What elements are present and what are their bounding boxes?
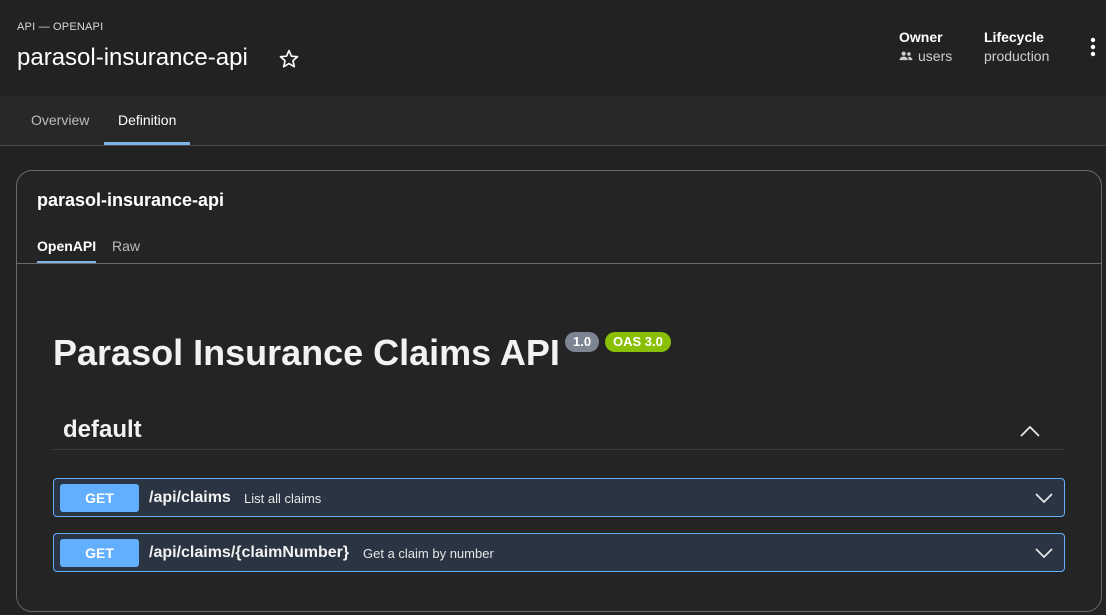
entity-header: API — OPENAPI parasol-insurance-api Owne…	[0, 0, 1106, 96]
entity-kind: API — OPENAPI	[17, 21, 104, 33]
chevron-down-icon[interactable]	[1034, 491, 1054, 505]
card-title: parasol-insurance-api	[37, 190, 225, 210]
operation-path: /api/claims/{claimNumber}	[149, 544, 350, 561]
owner-meta: Owner users	[899, 29, 952, 64]
oas-badge: OAS 3.0	[605, 332, 671, 352]
operation-path: /api/claims	[149, 489, 231, 506]
subtab-raw[interactable]: Raw	[112, 231, 140, 264]
api-title: Parasol Insurance Claims API	[53, 332, 560, 373]
operation-summary: List all claims	[244, 491, 322, 506]
definition-card: parasol-insurance-api OpenAPI Raw Paraso…	[16, 170, 1102, 612]
version-badge: 1.0	[565, 332, 600, 352]
chevron-down-icon[interactable]	[1034, 546, 1054, 560]
method-badge: GET	[60, 539, 139, 567]
owner-label: Owner	[899, 29, 943, 45]
section-name: default	[63, 416, 142, 443]
chevron-up-icon[interactable]	[1019, 424, 1041, 438]
more-vert-icon[interactable]	[1087, 36, 1099, 58]
operation-get-claim-by-number[interactable]: GET /api/claims/{claimNumber} Get a clai…	[53, 533, 1065, 572]
tab-definition[interactable]: Definition	[104, 96, 191, 145]
subtab-openapi[interactable]: OpenAPI	[37, 231, 97, 264]
tab-overview[interactable]: Overview	[17, 96, 103, 145]
entity-tabs: Overview Definition	[0, 96, 1106, 146]
operation-summary: Get a claim by number	[363, 546, 494, 561]
owner-value[interactable]: users	[899, 48, 952, 64]
page-title: parasol-insurance-api	[17, 44, 248, 71]
method-badge: GET	[60, 484, 139, 512]
owner-value-text: users	[918, 48, 953, 64]
star-icon[interactable]	[278, 48, 300, 70]
lifecycle-meta: Lifecycle production	[984, 29, 1049, 64]
swagger-ui: Parasol Insurance Claims API 1.0 OAS 3.0…	[17, 264, 1101, 611]
lifecycle-value: production	[984, 48, 1050, 64]
operation-get-claims[interactable]: GET /api/claims List all claims	[53, 478, 1065, 517]
users-icon	[899, 51, 913, 61]
lifecycle-label: Lifecycle	[984, 29, 1044, 45]
section-default-header[interactable]: default	[53, 414, 1065, 450]
